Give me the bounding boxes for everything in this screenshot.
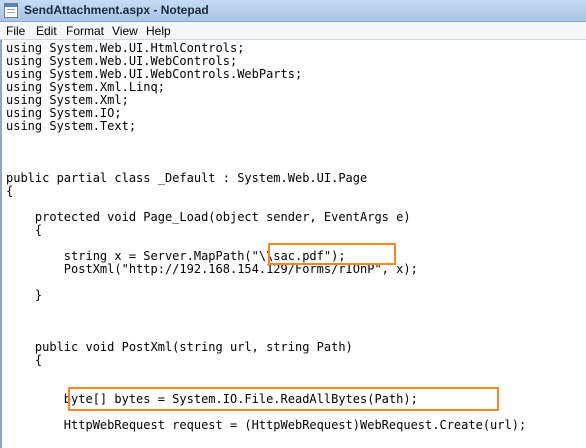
code-line: public partial class _Default : System.W…	[6, 171, 368, 185]
code-line: using System.Web.UI.HtmlControls;	[6, 41, 245, 55]
code-line: using System.Web.UI.WebControls;	[6, 54, 238, 68]
code-line: protected void Page_Load(object sender, …	[6, 210, 411, 224]
menu-edit[interactable]: Edit	[36, 24, 57, 38]
text-editor-area[interactable]: using System.Web.UI.HtmlControls; using …	[0, 40, 586, 448]
code-line: using System.Text;	[6, 119, 137, 133]
highlight-box-mappath-arg	[268, 243, 396, 265]
notepad-icon	[4, 3, 18, 18]
highlight-box-readallbytes	[68, 387, 499, 411]
code-line: using System.Xml.Linq;	[6, 80, 165, 94]
code-line: using System.Web.UI.WebControls.WebParts…	[6, 67, 303, 81]
code-line: using System.IO;	[6, 106, 122, 120]
code-line: public void PostXml(string url, string P…	[6, 340, 353, 354]
menu-file[interactable]: File	[6, 24, 25, 38]
title-bar[interactable]: SendAttachment.aspx - Notepad	[0, 0, 586, 22]
code-line: {	[6, 184, 14, 198]
menu-help[interactable]: Help	[146, 24, 171, 38]
code-line: using System.Xml;	[6, 93, 129, 107]
menu-bar: File Edit Format View Help	[0, 22, 586, 40]
code-line: HttpWebRequest request = (HttpWebRequest…	[6, 418, 527, 432]
menu-format[interactable]: Format	[66, 24, 104, 38]
code-line: {	[6, 353, 43, 367]
code-line: {	[6, 223, 43, 237]
menu-view[interactable]: View	[112, 24, 138, 38]
window-title: SendAttachment.aspx - Notepad	[24, 3, 209, 17]
code-line: }	[6, 288, 43, 302]
